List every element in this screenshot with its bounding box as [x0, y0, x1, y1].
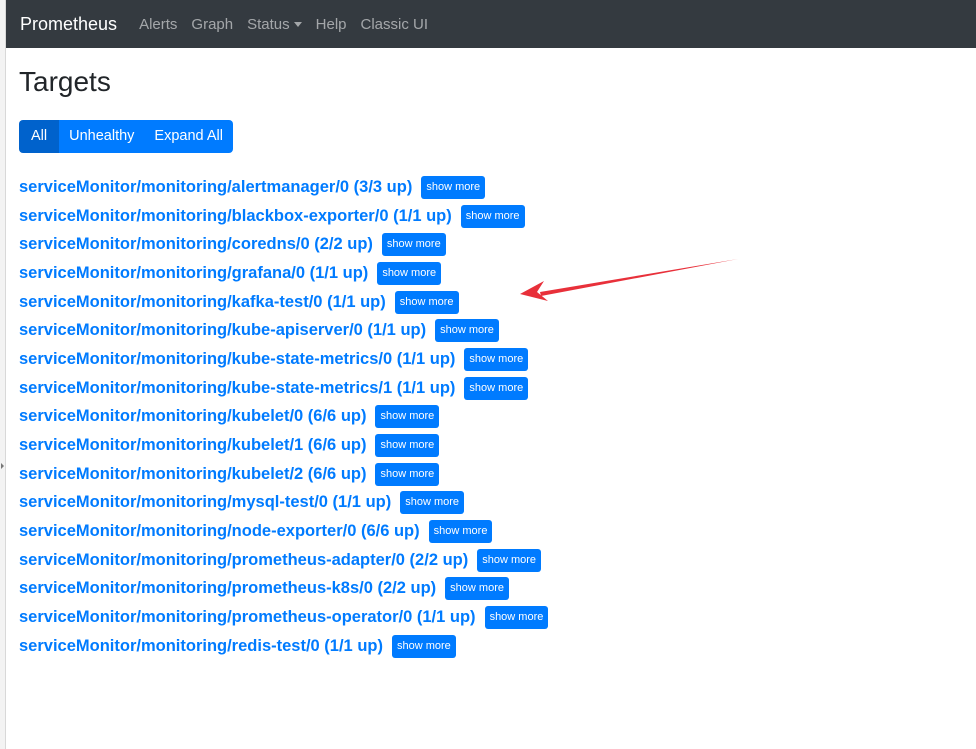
- target-link-kubelet-1[interactable]: serviceMonitor/monitoring/kubelet/1 (6/6…: [19, 436, 366, 455]
- target-link-blackbox-exporter[interactable]: serviceMonitor/monitoring/blackbox-expor…: [19, 207, 452, 226]
- target-row: serviceMonitor/monitoring/kube-state-met…: [19, 345, 959, 374]
- target-row: serviceMonitor/monitoring/node-exporter/…: [19, 517, 959, 546]
- filter-all-button[interactable]: All: [19, 120, 60, 153]
- show-more-button[interactable]: show more: [394, 290, 459, 314]
- page-title: Targets: [19, 66, 111, 97]
- show-more-button[interactable]: show more: [460, 204, 525, 228]
- target-link-prometheus-adapter[interactable]: serviceMonitor/monitoring/prometheus-ada…: [19, 551, 468, 570]
- show-more-button[interactable]: show more: [435, 319, 499, 343]
- target-link-alertmanager[interactable]: serviceMonitor/monitoring/alertmanager/0…: [19, 178, 412, 197]
- target-list: serviceMonitor/monitoring/alertmanager/0…: [19, 173, 959, 661]
- show-more-button[interactable]: show more: [391, 634, 456, 658]
- nav-status-label: Status: [247, 15, 290, 33]
- main-content: Targets All Unhealthy Expand All service…: [19, 60, 959, 661]
- target-row: serviceMonitor/monitoring/blackbox-expor…: [19, 202, 959, 231]
- page: Prometheus Alerts Graph Status Help Clas…: [0, 0, 976, 749]
- target-link-kube-apiserver[interactable]: serviceMonitor/monitoring/kube-apiserver…: [19, 321, 426, 340]
- target-link-kubelet-0[interactable]: serviceMonitor/monitoring/kubelet/0 (6/6…: [19, 407, 366, 426]
- target-link-kubelet-2[interactable]: serviceMonitor/monitoring/kubelet/2 (6/6…: [19, 465, 366, 484]
- target-row: serviceMonitor/monitoring/redis-test/0 (…: [19, 632, 959, 661]
- nav-help[interactable]: Help: [316, 16, 347, 33]
- target-link-prometheus-k8s[interactable]: serviceMonitor/monitoring/prometheus-k8s…: [19, 579, 436, 598]
- target-row: serviceMonitor/monitoring/kube-state-met…: [19, 374, 959, 403]
- target-row: serviceMonitor/monitoring/alertmanager/0…: [19, 173, 959, 202]
- nav-alerts[interactable]: Alerts: [139, 16, 177, 33]
- filter-unhealthy-button[interactable]: Unhealthy: [59, 120, 145, 153]
- show-more-button[interactable]: show more: [464, 376, 529, 400]
- target-link-redis-test[interactable]: serviceMonitor/monitoring/redis-test/0 (…: [19, 637, 383, 656]
- nav-graph[interactable]: Graph: [191, 16, 233, 33]
- target-row: serviceMonitor/monitoring/kafka-test/0 (…: [19, 288, 959, 317]
- nav-status-dropdown[interactable]: Status: [247, 16, 302, 33]
- target-row: serviceMonitor/monitoring/prometheus-k8s…: [19, 575, 959, 604]
- target-link-mysql-test[interactable]: serviceMonitor/monitoring/mysql-test/0 (…: [19, 493, 391, 512]
- target-link-kafka-test[interactable]: serviceMonitor/monitoring/kafka-test/0 (…: [19, 293, 386, 312]
- target-link-coredns[interactable]: serviceMonitor/monitoring/coredns/0 (2/2…: [19, 235, 373, 254]
- brand-logo-text[interactable]: Prometheus: [20, 14, 117, 35]
- show-more-button[interactable]: show more: [381, 233, 446, 257]
- collapse-arrow-icon[interactable]: [1, 463, 4, 469]
- target-row: serviceMonitor/monitoring/kubelet/0 (6/6…: [19, 403, 959, 432]
- target-row: serviceMonitor/monitoring/prometheus-ada…: [19, 546, 959, 575]
- target-link-kube-state-metrics-1[interactable]: serviceMonitor/monitoring/kube-state-met…: [19, 379, 455, 398]
- show-more-button[interactable]: show more: [377, 261, 442, 285]
- target-link-kube-state-metrics-0[interactable]: serviceMonitor/monitoring/kube-state-met…: [19, 350, 455, 369]
- show-more-button[interactable]: show more: [375, 434, 440, 458]
- show-more-button[interactable]: show more: [445, 577, 509, 601]
- target-link-node-exporter[interactable]: serviceMonitor/monitoring/node-exporter/…: [19, 522, 420, 541]
- target-row: serviceMonitor/monitoring/mysql-test/0 (…: [19, 489, 959, 518]
- top-navbar: Prometheus Alerts Graph Status Help Clas…: [6, 0, 976, 48]
- target-link-prometheus-operator[interactable]: serviceMonitor/monitoring/prometheus-ope…: [19, 608, 476, 627]
- target-row: serviceMonitor/monitoring/kube-apiserver…: [19, 316, 959, 345]
- chevron-down-icon: [293, 21, 302, 27]
- show-more-button[interactable]: show more: [484, 606, 549, 630]
- target-row: serviceMonitor/monitoring/kubelet/2 (6/6…: [19, 460, 959, 489]
- show-more-button[interactable]: show more: [477, 548, 542, 572]
- show-more-button[interactable]: show more: [428, 520, 493, 544]
- show-more-button[interactable]: show more: [400, 491, 465, 515]
- show-more-button[interactable]: show more: [464, 347, 529, 371]
- show-more-button[interactable]: show more: [375, 462, 440, 486]
- nav-classic-ui[interactable]: Classic UI: [361, 16, 429, 33]
- target-row: serviceMonitor/monitoring/prometheus-ope…: [19, 603, 959, 632]
- left-panel-edge[interactable]: [0, 0, 6, 749]
- target-link-grafana[interactable]: serviceMonitor/monitoring/grafana/0 (1/1…: [19, 264, 368, 283]
- expand-all-button[interactable]: Expand All: [144, 120, 233, 153]
- show-more-button[interactable]: show more: [421, 175, 486, 199]
- target-row: serviceMonitor/monitoring/kubelet/1 (6/6…: [19, 431, 959, 460]
- show-more-button[interactable]: show more: [375, 405, 440, 429]
- target-row: serviceMonitor/monitoring/coredns/0 (2/2…: [19, 230, 959, 259]
- target-row: serviceMonitor/monitoring/grafana/0 (1/1…: [19, 259, 959, 288]
- filter-button-group: All Unhealthy Expand All: [19, 120, 233, 153]
